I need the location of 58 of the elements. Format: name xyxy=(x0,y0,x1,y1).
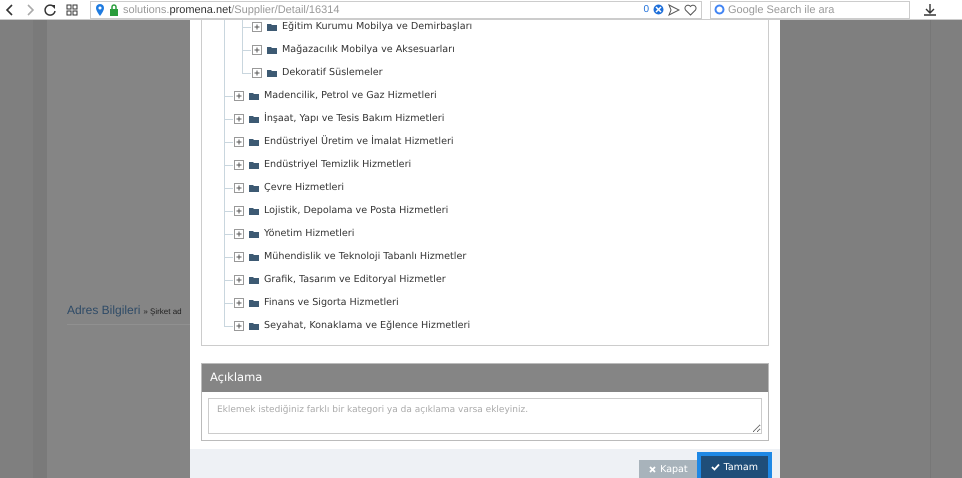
section-title: Adres Bilgileri xyxy=(67,303,140,317)
download-icon[interactable] xyxy=(922,2,938,16)
confirm-button[interactable]: Tamam xyxy=(700,456,768,478)
expand-toggle-icon[interactable] xyxy=(234,182,244,192)
folder-icon xyxy=(267,46,277,54)
address-bar[interactable]: solutions.promena.net/Supplier/Detail/16314 0 xyxy=(90,0,702,18)
folder-icon xyxy=(249,114,259,122)
url-text: solutions.promena.net/Supplier/Detail/16314 xyxy=(123,4,340,16)
category-label[interactable]: Dekoratif Süslemeler xyxy=(282,67,383,78)
folder-icon xyxy=(249,276,259,284)
folder-icon xyxy=(249,322,259,330)
expand-toggle-icon[interactable] xyxy=(234,90,244,100)
folder-icon xyxy=(249,138,259,146)
expand-toggle-icon[interactable] xyxy=(234,320,244,330)
category-label[interactable]: Finans ve Sigorta Hizmetleri xyxy=(264,297,399,308)
category-label[interactable]: Seyahat, Konaklama ve Eğlence Hizmetleri xyxy=(264,320,470,331)
folder-icon xyxy=(267,68,277,76)
category-label[interactable]: Yönetim Hizmetleri xyxy=(264,228,354,239)
category-label[interactable]: Grafik, Tasarım ve Editoryal Hizmetler xyxy=(264,274,446,285)
category-label[interactable]: Mühendislik ve Teknoloji Tabanlı Hizmetler xyxy=(264,251,466,262)
counter-text: 0 xyxy=(643,4,649,15)
check-icon xyxy=(710,463,720,471)
expand-toggle-icon[interactable] xyxy=(234,252,244,262)
folder-icon xyxy=(249,160,259,168)
category-label[interactable]: Endüstriyel Temizlik Hizmetleri xyxy=(264,159,412,170)
category-label[interactable]: Eğitim Kurumu Mobilya ve Demirbaşları xyxy=(282,21,472,32)
expand-toggle-icon[interactable] xyxy=(234,228,244,238)
panel-title: Açıklama xyxy=(202,364,768,392)
category-label[interactable]: Mağazacılık Mobilya ve Aksesuarları xyxy=(282,44,455,55)
folder-icon xyxy=(249,252,259,260)
expand-toggle-icon[interactable] xyxy=(234,136,244,146)
category-label[interactable]: Lojistik, Depolama ve Posta Hizmetleri xyxy=(264,205,448,216)
category-label[interactable]: İnşaat, Yapı ve Tesis Bakım Hizmetleri xyxy=(264,113,444,124)
expand-toggle-icon[interactable] xyxy=(252,68,262,78)
send-icon[interactable] xyxy=(668,4,680,16)
expand-toggle-icon[interactable] xyxy=(234,274,244,284)
folder-icon xyxy=(267,22,277,30)
breadcrumb-text: » Şirket ad xyxy=(143,307,182,316)
description-field[interactable]: Eklemek istediğiniz farklı bir kategori ya da açıklama varsa ekleyiniz. xyxy=(208,398,762,434)
location-pin-icon xyxy=(95,2,105,16)
category-label[interactable]: Çevre Hizmetleri xyxy=(264,182,344,193)
expand-toggle-icon[interactable] xyxy=(234,206,244,216)
close-icon xyxy=(649,466,656,472)
expand-toggle-icon[interactable] xyxy=(234,160,244,170)
expand-toggle-icon[interactable] xyxy=(252,22,262,32)
folder-icon xyxy=(249,92,259,100)
category-label[interactable]: Endüstriyel Üretim ve İmalat Hizmetleri xyxy=(264,136,454,147)
folder-icon xyxy=(249,230,259,238)
folder-icon xyxy=(249,184,259,192)
category-label[interactable]: Madencilik, Petrol ve Gaz Hizmetleri xyxy=(264,90,437,101)
expand-toggle-icon[interactable] xyxy=(234,298,244,308)
expand-toggle-icon[interactable] xyxy=(234,114,244,124)
folder-icon xyxy=(249,206,259,214)
search-field[interactable]: Google Search ile ara xyxy=(710,0,910,18)
expand-toggle-icon[interactable] xyxy=(252,44,262,54)
folder-icon xyxy=(249,298,259,306)
lock-icon xyxy=(109,4,119,16)
heart-icon[interactable] xyxy=(684,4,697,16)
